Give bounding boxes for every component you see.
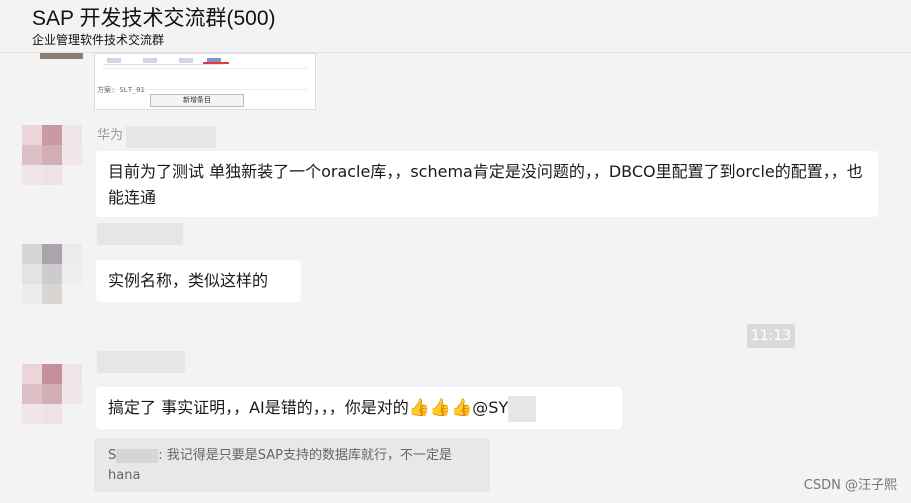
time-divider: 11:13 — [747, 324, 795, 348]
quote-sender-blur — [116, 448, 159, 463]
quote-sender: S — [108, 448, 117, 463]
image-message-thumbnail[interactable]: 方案: SLT_01 新增条目 — [94, 53, 316, 110]
sender-name: 华为 — [97, 128, 124, 143]
chat-header: SAP 开发技术交流群(500) 企业管理软件技术交流群 — [0, 0, 911, 53]
mention[interactable]: @SY — [472, 398, 508, 417]
thumbnail-caption: 方案: SLT_01 — [97, 86, 145, 94]
thumbs-up-icon: 👍👍👍 — [408, 398, 473, 418]
avatar[interactable] — [40, 53, 83, 59]
avatar[interactable] — [22, 125, 82, 185]
watermark: CSDN @汪子熙 — [803, 478, 897, 493]
quote-text: : 我记得是只要是SAP支持的数据库就行，不一定是hana — [108, 448, 453, 483]
group-title[interactable]: SAP 开发技术交流群(500) — [32, 2, 276, 32]
sender-name-blur — [126, 126, 216, 148]
thumbnail-button: 新增条目 — [150, 94, 244, 107]
message-bubble[interactable]: 搞定了 事实证明，，AI是错的，，，你是对的👍👍👍@SY — [96, 387, 622, 429]
quoted-message[interactable]: S: 我记得是只要是SAP支持的数据库就行，不一定是hana — [94, 438, 490, 492]
message-text: 搞定了 事实证明，，AI是错的，，，你是对的 — [108, 398, 409, 417]
mention-blur — [508, 395, 537, 422]
message-bubble[interactable]: 目前为了测试 单独新装了一个oracle库，，schema肯定是没问题的，，DB… — [96, 151, 878, 217]
red-underline — [203, 62, 229, 64]
sender-name-blur — [97, 223, 183, 245]
avatar[interactable] — [22, 364, 82, 424]
avatar[interactable] — [22, 244, 82, 304]
group-subtitle: 企业管理软件技术交流群 — [32, 33, 165, 47]
sender-name-blur — [97, 351, 185, 373]
message-bubble[interactable]: 实例名称，类似这样的 — [96, 260, 301, 302]
